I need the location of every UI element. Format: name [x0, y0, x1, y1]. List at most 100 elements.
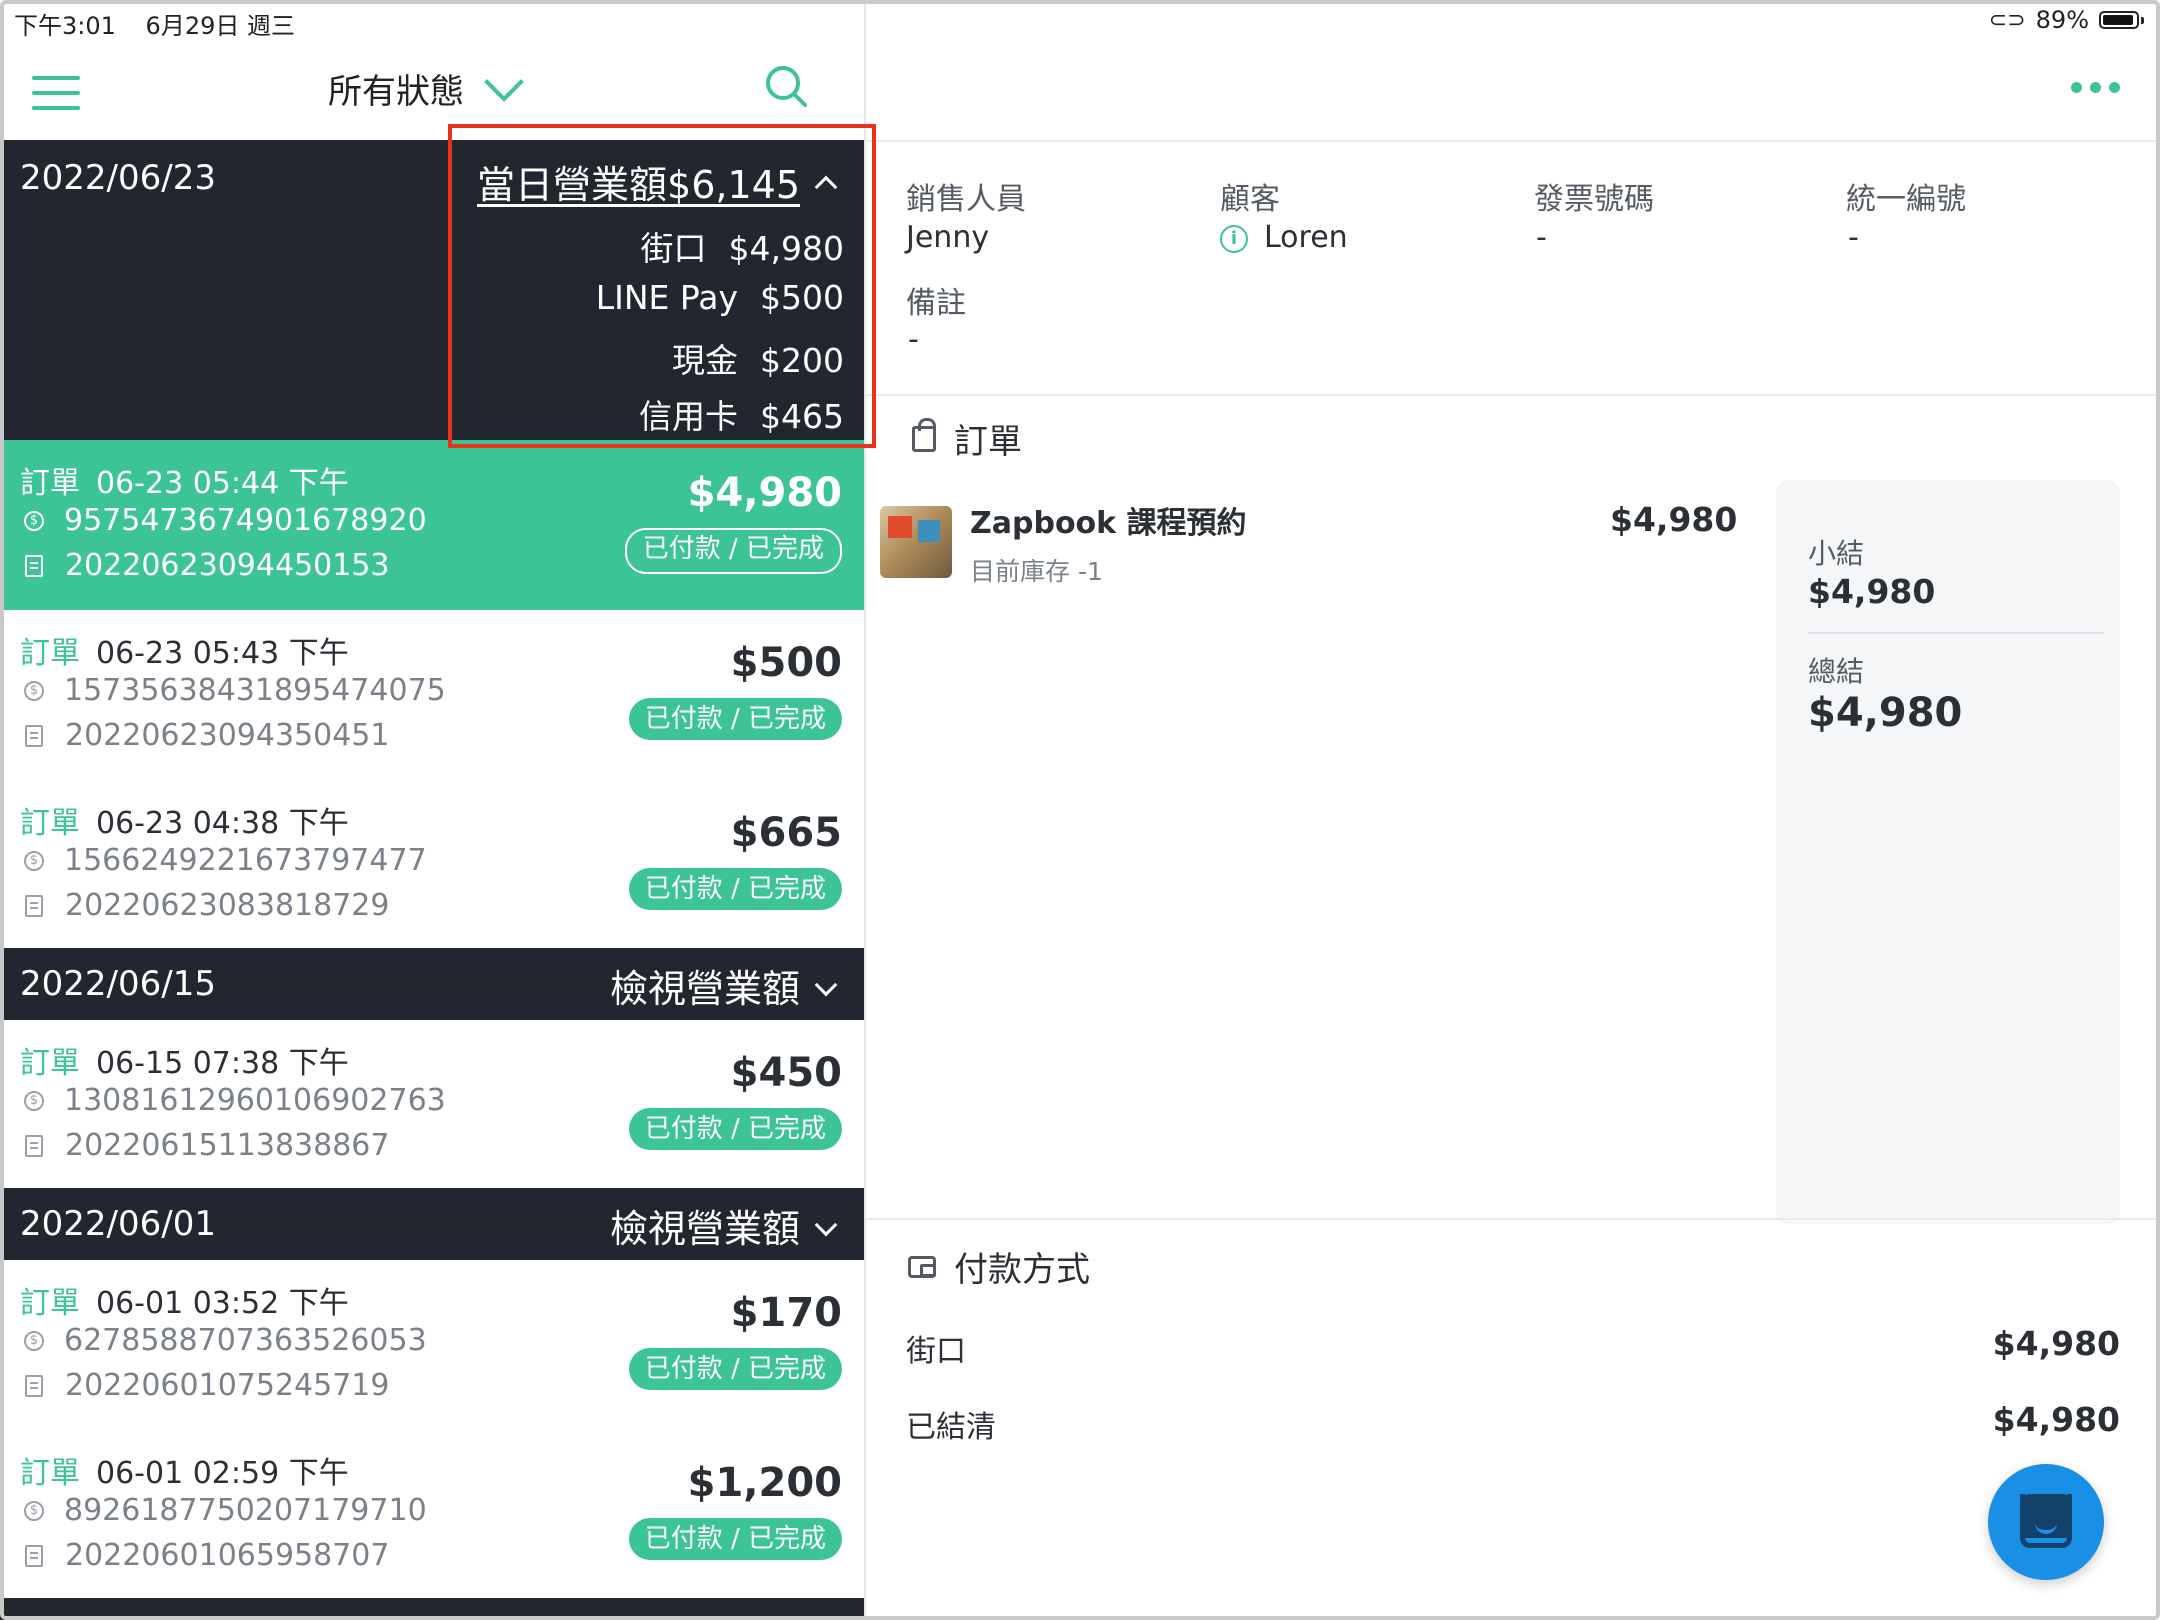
status-badge: 已付款 / 已完成 [624, 528, 842, 574]
order-row[interactable]: 訂單 06-01 02:59 下午 $8926187750207179710 20… [0, 1430, 864, 1600]
shopping-bag-icon [912, 417, 936, 452]
order-amount: $450 [730, 1050, 842, 1096]
transaction-id: 1573563843189547407​5 [64, 673, 446, 708]
order-amount: $170 [730, 1290, 842, 1336]
dollar-coin-icon: $ [24, 1090, 44, 1111]
view-revenue-label: 檢視營業額 [609, 967, 800, 1011]
order-row[interactable]: 訂單 06-23 04:38 下午 $1566249221673797477 20… [0, 780, 864, 950]
chevron-down-icon [814, 1213, 838, 1236]
receipt-icon [25, 894, 43, 917]
order-time: 06-23 05:44 下午 [96, 466, 349, 501]
chat-icon [2020, 1494, 2072, 1548]
note-value: - [908, 322, 919, 357]
order-list-panel: 所有狀態 2022/06/23 當日營業額$6,145 街口 $4,980 LIN… [0, 0, 876, 1620]
order-section-header: 訂單 [912, 414, 1022, 463]
order-time: 06-23 04:38 下午 [96, 806, 349, 841]
receipt-icon [25, 724, 43, 747]
item-price: $4,980 [1610, 500, 1738, 539]
transaction-id: 9575473674901678920 [64, 503, 427, 538]
order-tag: 訂單 [20, 466, 80, 501]
payment-section-title: 付款方式 [954, 1250, 1090, 1290]
order-row-selected[interactable]: 訂單 06-23 05:44 下午 $9575473674901678920 20… [0, 440, 864, 612]
menu-icon[interactable] [32, 76, 80, 110]
invoice-number-value: - [1536, 220, 1547, 255]
receipt-number: 20220615113838867 [65, 1128, 390, 1163]
search-icon[interactable] [764, 64, 808, 108]
order-tag: 訂單 [20, 806, 80, 841]
battery-percent: 89% [2035, 6, 2089, 34]
order-section-title: 訂單 [954, 422, 1022, 462]
divider [866, 394, 2160, 396]
customer-label: 顧客 [1220, 182, 1280, 217]
item-stock: 目前庫存 -1 [970, 557, 1103, 586]
chevron-down-icon [814, 973, 838, 996]
battery-icon [2099, 11, 2139, 29]
order-time: 06-15 07:38 下午 [96, 1046, 349, 1081]
day-header-partial [0, 1598, 864, 1620]
status-filter-label: 所有狀態 [328, 72, 464, 112]
order-row[interactable]: 訂單 06-23 05:43 下午 $1573563843189547407​5 … [0, 610, 864, 782]
day-header-collapsed: 2022/06/01 檢視營業額 [0, 1188, 864, 1260]
more-options-icon[interactable] [2071, 82, 2120, 93]
battery-tip [2141, 16, 2144, 24]
chevron-down-icon [484, 61, 524, 102]
total-value: $4,980 [1808, 690, 1963, 736]
note-label: 備註 [906, 286, 966, 321]
day-date: 2022/06/01 [20, 1204, 216, 1244]
summary-divider [1808, 632, 2104, 634]
divider [866, 1218, 2160, 1220]
order-amount: $500 [730, 640, 842, 686]
receipt-icon [25, 554, 43, 577]
customer-name: Loren [1264, 220, 1348, 255]
receipt-number: 20220601065958707 [65, 1538, 390, 1573]
dollar-coin-icon: $ [24, 850, 44, 871]
order-tag: 訂單 [20, 636, 80, 671]
order-detail-panel: 銷售人員 Jenny 顧客 i Loren 發票號碼 - 統一編號 - 備註 - … [866, 40, 2160, 1620]
link-icon: ⊂⊃ [1988, 7, 2026, 33]
order-amount: $4,980 [687, 470, 842, 516]
view-revenue-toggle[interactable]: 檢視營業額 [609, 1198, 838, 1253]
receipt-icon [25, 1544, 43, 1567]
product-thumbnail [880, 506, 952, 578]
dollar-coin-icon: $ [24, 1500, 44, 1521]
order-row[interactable]: 訂單 06-15 07:38 下午 $13081612960106902763 2… [0, 1020, 864, 1190]
order-tag: 訂單 [20, 1456, 80, 1491]
order-time: 06-01 03:52 下午 [96, 1286, 349, 1321]
order-summary-card: 小結 $4,980 總結 $4,980 [1776, 480, 2120, 1224]
status-badge: 已付款 / 已完成 [628, 1348, 842, 1390]
salesperson-value: Jenny [906, 220, 990, 255]
order-amount: $665 [730, 810, 842, 856]
payment-section-header: 付款方式 [908, 1242, 1090, 1291]
status-badge: 已付款 / 已完成 [628, 698, 842, 740]
status-filter-dropdown[interactable]: 所有狀態 [328, 61, 524, 113]
settled-value: $4,980 [1992, 1400, 2120, 1439]
receipt-number: 20220623083818729 [65, 888, 390, 923]
salesperson-label: 銷售人員 [906, 182, 1026, 217]
divider [866, 140, 2160, 142]
order-amount: $1,200 [687, 1460, 842, 1506]
payment-method-value: $4,980 [1992, 1324, 2120, 1363]
status-badge: 已付款 / 已完成 [628, 1518, 842, 1560]
view-revenue-label: 檢視營業額 [609, 1207, 800, 1251]
payment-method-label: 街口 [906, 1334, 966, 1369]
customer-value[interactable]: i Loren [1220, 220, 1348, 255]
day-header-collapsed: 2022/06/15 檢視營業額 [0, 948, 864, 1020]
receipt-icon [25, 1374, 43, 1397]
subtotal-value: $4,980 [1808, 572, 1936, 611]
receipt-icon [25, 1134, 43, 1157]
order-row[interactable]: 訂單 06-01 03:52 下午 $6278588707363526053 20… [0, 1260, 864, 1432]
tax-id-label: 統一編號 [1846, 182, 1966, 217]
view-revenue-toggle[interactable]: 檢視營業額 [609, 958, 838, 1013]
status-badge: 已付款 / 已完成 [628, 1108, 842, 1150]
status-badge: 已付款 / 已完成 [628, 868, 842, 910]
transaction-id: 1566249221673797477 [64, 843, 427, 878]
chat-support-button[interactable] [1988, 1464, 2104, 1580]
total-label: 總結 [1808, 655, 1865, 688]
wallet-icon [908, 1255, 936, 1278]
dollar-coin-icon: $ [24, 510, 44, 531]
dollar-coin-icon: $ [24, 680, 44, 701]
receipt-number: 20220623094350451 [65, 718, 390, 753]
info-icon[interactable]: i [1220, 224, 1248, 253]
receipt-number: 20220601075245719 [65, 1368, 390, 1403]
day-date: 2022/06/15 [20, 964, 216, 1004]
